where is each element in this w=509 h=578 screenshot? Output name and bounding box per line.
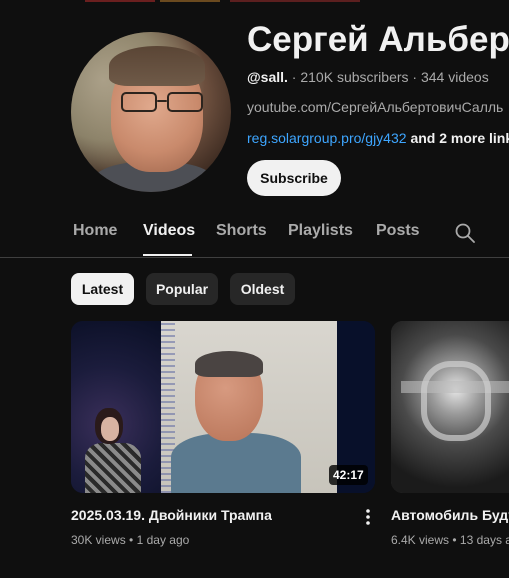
channel-handle: @sall. <box>247 69 288 85</box>
video-views: 30K views <box>71 533 126 547</box>
tab-home[interactable]: Home <box>73 222 117 240</box>
tab-playlists[interactable]: Playlists <box>288 222 353 240</box>
external-link[interactable]: reg.solargroup.pro/gjy432 <box>247 130 407 146</box>
chip-oldest[interactable]: Oldest <box>230 273 295 305</box>
channel-meta: @sall. · 210K subscribers · 344 videos <box>247 69 489 85</box>
more-links[interactable]: and 2 more link <box>410 130 509 146</box>
top-banner-edge <box>0 0 509 3</box>
meta-separator: · <box>412 69 418 85</box>
meta-dot: • <box>129 533 137 547</box>
kebab-menu-icon[interactable] <box>360 507 376 527</box>
video-age: 1 day ago <box>136 533 190 547</box>
video-views: 6.4K views <box>391 533 450 547</box>
channel-tabs: Home Videos Shorts Playlists Posts <box>0 212 509 258</box>
tab-shorts[interactable]: Shorts <box>216 222 267 240</box>
video-title[interactable]: 2025.03.19. Двойники Трампа <box>71 507 272 523</box>
video-duration: 42:17 <box>329 465 368 485</box>
chip-latest[interactable]: Latest <box>71 273 134 305</box>
subscribe-button[interactable]: Subscribe <box>247 160 341 196</box>
meta-dot: • <box>452 533 460 547</box>
chip-popular[interactable]: Popular <box>146 273 218 305</box>
channel-avatar[interactable] <box>71 32 231 192</box>
active-tab-indicator <box>143 254 192 256</box>
video-meta: 30K views • 1 day ago <box>71 533 189 547</box>
channel-url[interactable]: youtube.com/СергейАльбертовичСалль <box>247 99 503 115</box>
video-age: 13 days a <box>459 533 509 547</box>
search-icon[interactable] <box>455 223 475 243</box>
channel-links: reg.solargroup.pro/gjy432 and 2 more lin… <box>247 130 509 146</box>
video-count: 344 videos <box>420 69 489 85</box>
tab-posts[interactable]: Posts <box>376 222 420 240</box>
meta-separator: · <box>291 69 297 85</box>
video-title[interactable]: Автомобиль Будущ <box>391 507 509 523</box>
video-thumbnail[interactable] <box>391 321 509 493</box>
video-meta: 6.4K views • 13 days a <box>391 533 509 547</box>
tab-videos[interactable]: Videos <box>143 222 195 240</box>
subscriber-count: 210K subscribers <box>300 69 409 85</box>
channel-name: Сергей Альберт <box>247 20 509 59</box>
